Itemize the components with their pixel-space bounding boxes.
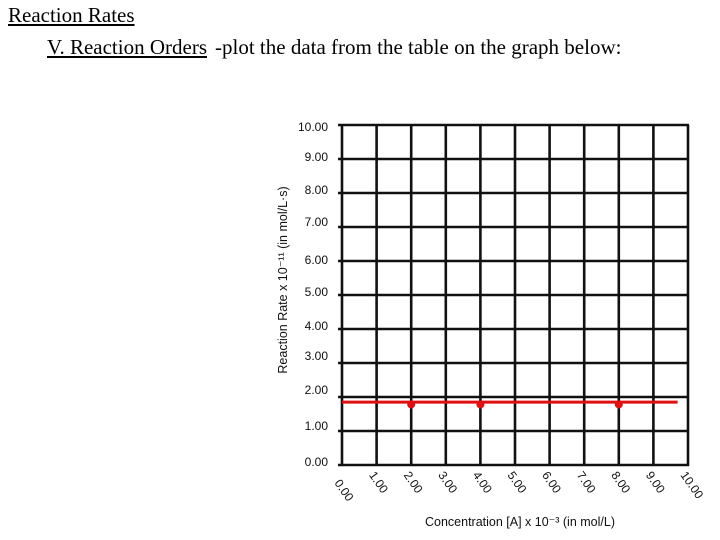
y-tick-label: 8.00 [305,183,329,197]
y-tick-label: 7.00 [305,215,329,229]
y-tick-label: 3.00 [305,349,329,363]
x-tick-label: 8.00 [608,469,633,496]
x-tick-label: 9.00 [643,469,668,496]
y-tick-labels: 0.00 1.00 2.00 3.00 4.00 5.00 6.00 7.00 8.00 9.00… [298,120,328,469]
y-tick-label: 2.00 [305,383,329,397]
y-tick-label: 5.00 [305,285,329,299]
y-tick-label: 1.00 [305,419,329,433]
x-tick-label: 2.00 [401,469,426,496]
y-tick-label: 9.00 [305,150,329,164]
x-tick-label: 5.00 [505,469,530,496]
x-tick-label: 3.00 [435,469,460,496]
x-tick-labels: 0.00 1.00 2.00 3.00 4.00 5.00 6.00 7.00 8.00 9.00… [332,469,707,504]
x-tick-label: 4.00 [470,469,495,496]
y-tick-label: 6.00 [305,253,329,267]
reaction-rate-chart: 0.00 1.00 2.00 3.00 4.00 5.00 6.00 7.00 8.00 9.00… [276,120,707,529]
x-tick-label: 1.00 [366,469,391,496]
y-axis-label: Reaction Rate x 10⁻¹¹ (in mol/L·s) [276,186,290,373]
y-tick-label: 4.00 [305,319,329,333]
x-axis-label: Concentration [A] x 10⁻³ (in mol/L) [425,515,615,529]
x-tick-label: 6.00 [539,469,564,496]
chart-grid [338,123,690,467]
x-tick-label: 10.00 [678,469,707,502]
y-tick-label: 0.00 [305,455,329,469]
chart-series [342,400,678,409]
x-tick-label: 0.00 [332,477,357,504]
x-tick-label: 7.00 [574,469,599,496]
y-tick-label: 10.00 [298,120,328,134]
